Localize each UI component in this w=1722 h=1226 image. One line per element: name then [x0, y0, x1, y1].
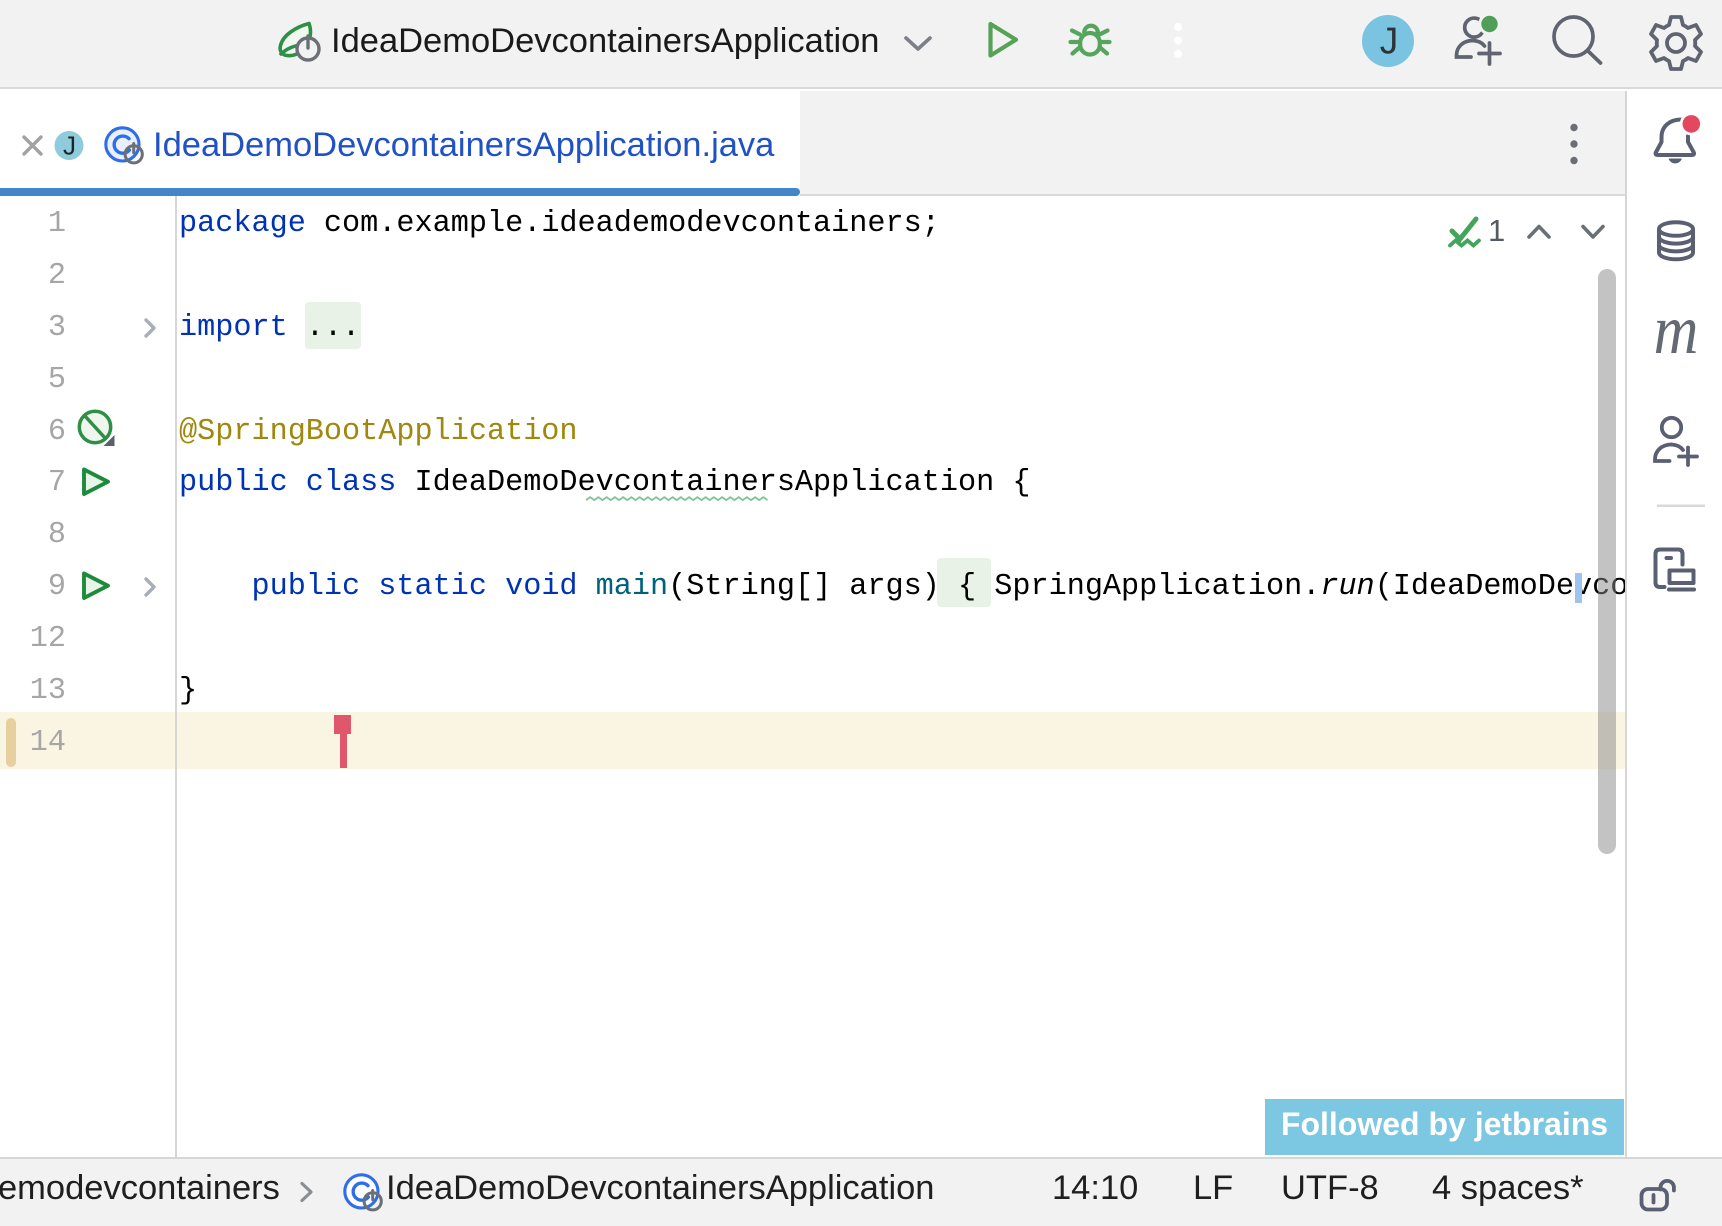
- svg-text:J: J: [1380, 21, 1399, 62]
- svg-text:m: m: [1654, 292, 1699, 369]
- svg-text:1: 1: [1488, 213, 1505, 248]
- svg-text:J: J: [63, 131, 76, 161]
